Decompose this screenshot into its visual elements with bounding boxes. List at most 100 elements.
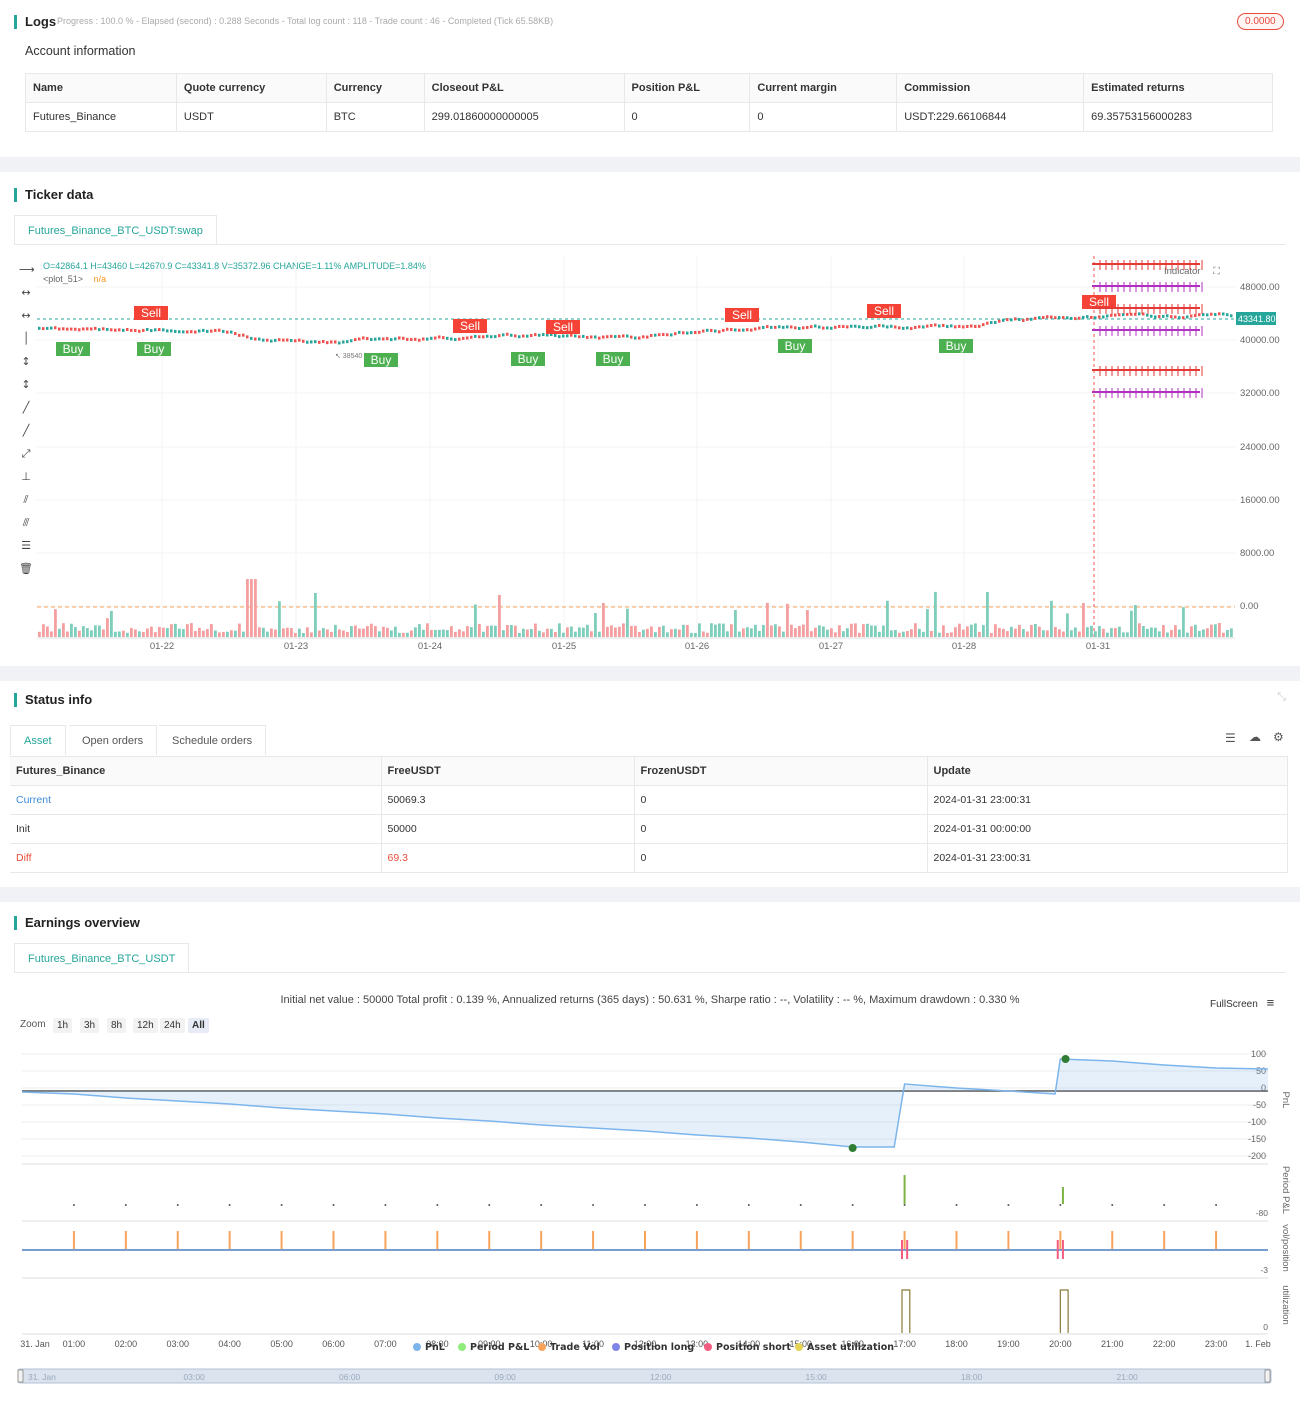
volume-bar	[78, 630, 81, 637]
legend-label: Position long	[624, 1342, 695, 1353]
candle	[1102, 315, 1105, 319]
volume-bar	[218, 632, 221, 637]
tab-open-orders[interactable]: Open orders	[69, 725, 158, 755]
candle	[506, 332, 509, 336]
fullscreen-button[interactable]: FullScreen ≡	[1210, 995, 1274, 1010]
candle	[446, 336, 449, 340]
volume-bar	[794, 628, 797, 637]
pitchfork-tool-icon[interactable]: ⫻	[19, 516, 33, 530]
tab-earnings-account[interactable]: Futures_Binance_BTC_USDT	[14, 943, 190, 973]
zoom-button-3h[interactable]: 3h	[80, 1018, 100, 1033]
candle	[1126, 312, 1129, 316]
legend-item[interactable]: PnL	[413, 1342, 445, 1353]
logs-badge[interactable]: 0.0000	[1237, 13, 1284, 30]
tab-ticker-swap[interactable]: Futures_Binance_BTC_USDT:swap	[14, 215, 217, 245]
asset-col-header: Futures_Binance	[10, 756, 382, 786]
zoom-button-all[interactable]: All	[188, 1018, 209, 1033]
candle	[262, 338, 265, 342]
trend-extended-tool-icon[interactable]: ⤢	[19, 447, 33, 461]
zoom-button-12h[interactable]: 12h	[133, 1018, 158, 1033]
volume-bar	[582, 627, 585, 637]
volume-bar	[626, 608, 629, 637]
close-icon[interactable]: ⤡	[1277, 691, 1286, 704]
signal-label: Sell	[141, 306, 161, 320]
volume-bar	[670, 629, 673, 637]
candle	[1150, 314, 1153, 318]
volume-bar	[970, 624, 973, 637]
volume-bar	[1150, 627, 1153, 637]
candle	[866, 326, 869, 330]
trend-line-tool-icon[interactable]: ╱	[19, 401, 33, 415]
volume-bar	[542, 632, 545, 637]
volume-bar	[526, 629, 529, 637]
candle	[734, 328, 737, 332]
horizontal-line-tool-icon[interactable]: ⟶	[19, 263, 35, 277]
vertical-ray-tool-icon[interactable]: ↕	[19, 378, 33, 392]
price-range-tool-icon[interactable]: ⊥	[19, 470, 33, 484]
legend-swatch-icon	[538, 1343, 546, 1351]
legend-label: Period P&L	[470, 1342, 530, 1353]
volume-bar	[1126, 632, 1129, 637]
candle	[382, 337, 385, 341]
volume-bar	[1230, 628, 1233, 637]
horizontal-ray-tool-icon[interactable]: ↔	[19, 286, 33, 300]
volume-bar	[1026, 631, 1029, 637]
candle	[554, 333, 557, 337]
tab-asset[interactable]: Asset	[10, 725, 66, 755]
candlestick-chart[interactable]: 48000.00 40000.00 32000.00 24000.00 16000.00…	[0, 172, 1300, 666]
volume-bar	[330, 631, 333, 637]
volume-bar	[718, 623, 721, 637]
volume-bar	[286, 627, 289, 637]
cloud-download-icon[interactable]: ☁	[1249, 730, 1261, 744]
legend-item[interactable]: Period P&L	[458, 1342, 529, 1353]
volume-bar	[134, 629, 137, 637]
volume-bar	[770, 625, 773, 637]
parallel-channel-tool-icon[interactable]: ⫽	[19, 493, 33, 507]
legend-item[interactable]: Position long	[612, 1342, 694, 1353]
account-table: Name Quote currency Currency Closeout P&L Po…	[25, 73, 1273, 132]
fib-levels-tool-icon[interactable]: ☰	[19, 539, 33, 553]
vertical-segment-tool-icon[interactable]: ↕	[19, 355, 33, 369]
zoom-button-8h[interactable]: 8h	[107, 1018, 127, 1033]
candle	[498, 334, 501, 338]
volume-bar	[1206, 628, 1209, 637]
menu-icon[interactable]: ≡	[1267, 995, 1275, 1010]
volume-bar	[1014, 628, 1017, 637]
tab-schedule-orders[interactable]: Schedule orders	[159, 725, 267, 755]
signal-box	[546, 320, 580, 334]
legend-item[interactable]: Position short	[704, 1342, 791, 1353]
legend-item[interactable]: Asset utilization	[795, 1342, 894, 1353]
account-col-header: Quote currency	[175, 73, 327, 103]
zoom-button-24h[interactable]: 24h	[160, 1018, 185, 1033]
candle	[246, 335, 249, 339]
volume-bar	[1022, 629, 1025, 637]
list-icon[interactable]: ☰	[1225, 731, 1236, 745]
volume-bar	[138, 631, 141, 637]
indicator-legend: Indicator ⛶	[1160, 265, 1224, 278]
trash-icon[interactable]: 🗑	[19, 562, 33, 576]
volume-bar	[402, 632, 405, 637]
expand-icon[interactable]: ⛶	[1213, 266, 1220, 277]
trend-ray-tool-icon[interactable]: ╱	[19, 424, 33, 438]
legend-item[interactable]: Trade Vol	[538, 1342, 600, 1353]
volume-bar	[466, 626, 469, 637]
candle	[586, 335, 589, 339]
zoom-button-1h[interactable]: 1h	[53, 1018, 73, 1033]
candle	[858, 325, 861, 329]
volume-bar	[274, 629, 277, 637]
candle	[1098, 315, 1101, 319]
signal-label: Sell	[553, 320, 573, 334]
candle	[774, 325, 777, 329]
candle	[306, 340, 309, 344]
asset-cell: Current	[10, 785, 382, 815]
volume-bar	[850, 623, 853, 637]
candle	[454, 338, 457, 342]
volume-bar	[798, 625, 801, 637]
candle	[806, 325, 809, 329]
vertical-line-tool-icon[interactable]: │	[19, 332, 33, 346]
volume-bar	[490, 625, 493, 637]
volume-bar	[478, 623, 481, 637]
volume-bar	[906, 631, 909, 637]
gear-icon[interactable]: ⚙	[1273, 730, 1284, 744]
extended-line-tool-icon[interactable]: ↔	[19, 309, 33, 323]
